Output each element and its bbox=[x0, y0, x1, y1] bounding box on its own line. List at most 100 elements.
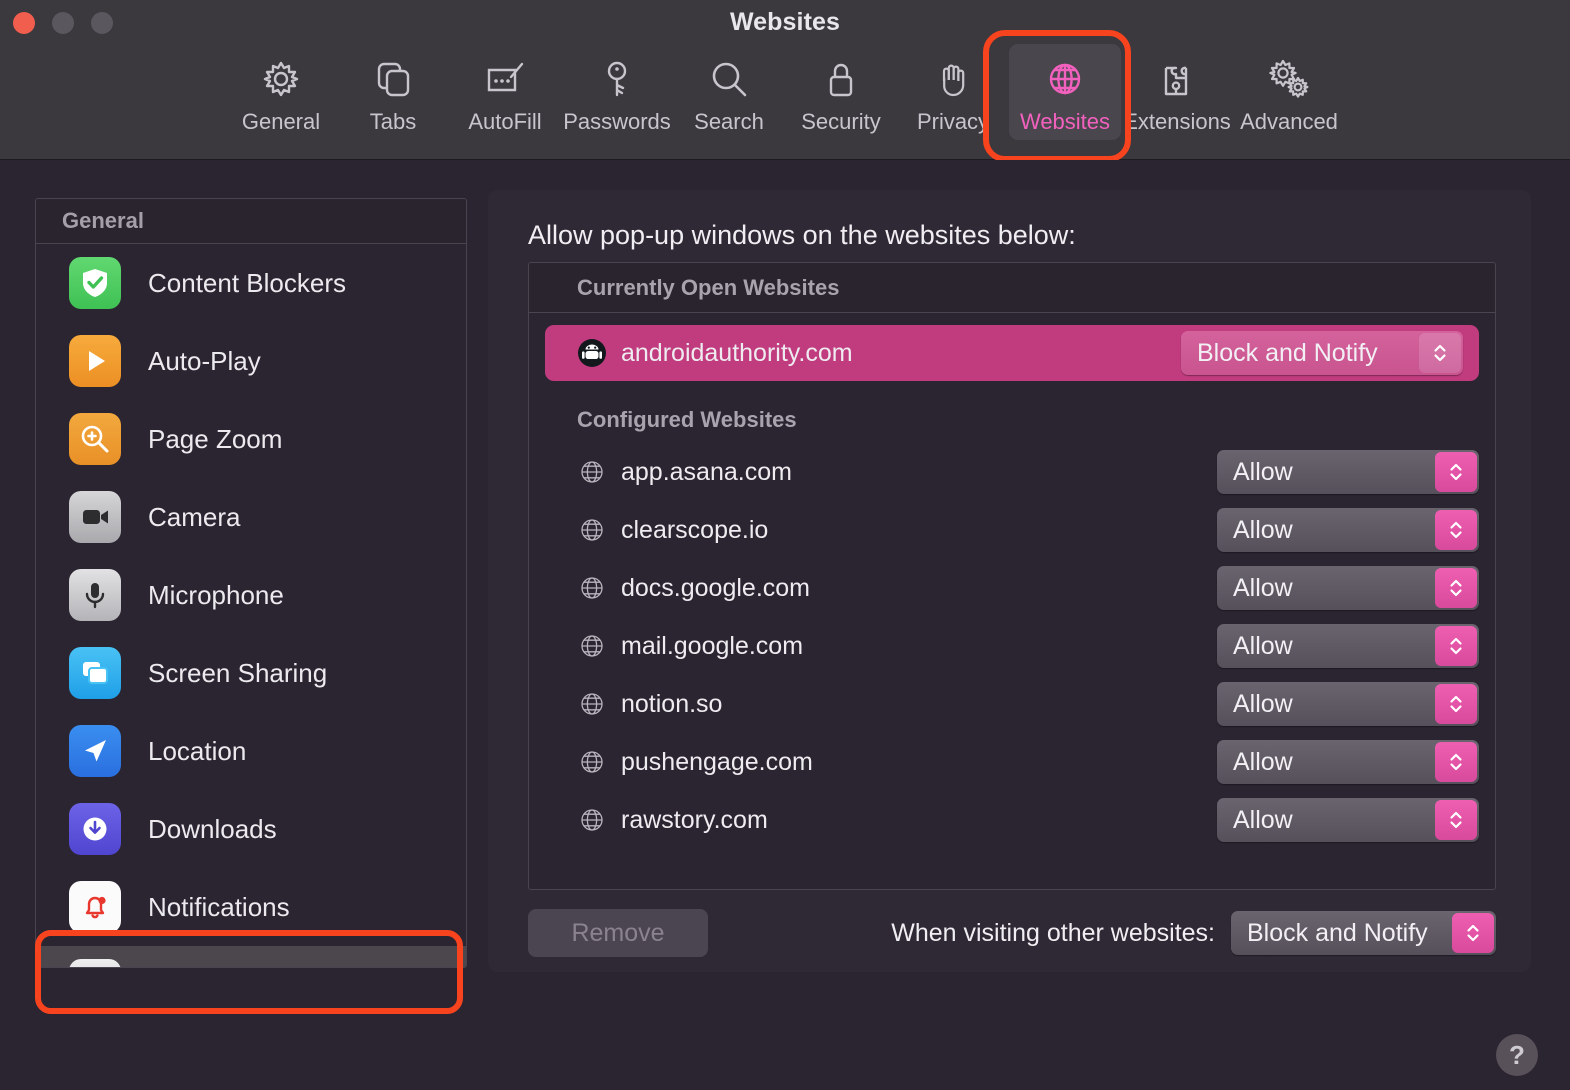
toolbar-item-label: Advanced bbox=[1240, 109, 1338, 135]
popup-setting-value: Block and Notify bbox=[1181, 331, 1419, 375]
chevron-updown-icon bbox=[1435, 510, 1477, 550]
toolbar-item-label: AutoFill bbox=[468, 109, 541, 135]
sidebar-list: Content Blockers Auto-Play Page Zoom bbox=[36, 244, 466, 968]
chevron-updown-icon bbox=[1435, 742, 1477, 782]
popup-setting-value: Allow bbox=[1217, 450, 1435, 494]
sidebar-item-content-blockers[interactable]: Content Blockers bbox=[36, 244, 466, 322]
camera-icon bbox=[69, 491, 121, 543]
sidebar-item-notifications[interactable]: Notifications bbox=[36, 868, 466, 946]
currently-open-websites-rows: androidauthority.com Block and Notify bbox=[529, 313, 1495, 381]
magnifier-plus-icon bbox=[69, 413, 121, 465]
popup-setting-value: Allow bbox=[1217, 624, 1435, 668]
toolbar-item-label: Passwords bbox=[563, 109, 671, 135]
sidebar-item-page-zoom[interactable]: Page Zoom bbox=[36, 400, 466, 478]
popup-setting-select[interactable]: Allow bbox=[1217, 450, 1479, 494]
sidebar-item-microphone[interactable]: Microphone bbox=[36, 556, 466, 634]
popup-setting-select[interactable]: Allow bbox=[1217, 682, 1479, 726]
currently-open-websites-header: Currently Open Websites bbox=[529, 263, 1495, 313]
main-panel: Allow pop-up windows on the websites bel… bbox=[488, 190, 1531, 972]
chevron-updown-icon bbox=[1435, 800, 1477, 840]
toolbar-item-label: Extensions bbox=[1123, 109, 1231, 135]
settings-sidebar: General Content Blockers Auto-Play bbox=[35, 198, 467, 968]
remove-button[interactable]: Remove bbox=[528, 909, 708, 957]
toolbar-item-label: Tabs bbox=[370, 109, 416, 135]
microphone-icon bbox=[69, 569, 121, 621]
toolbar-item-tabs[interactable]: Tabs bbox=[337, 44, 449, 140]
default-popup-setting-value: Block and Notify bbox=[1231, 911, 1452, 955]
popup-setting-value: Allow bbox=[1217, 508, 1435, 552]
chevron-updown-icon bbox=[1435, 684, 1477, 724]
sidebar-item-camera[interactable]: Camera bbox=[36, 478, 466, 556]
sidebar-item-label: Microphone bbox=[148, 580, 284, 611]
websites-list[interactable]: Currently Open Websites bbox=[528, 262, 1496, 890]
shield-check-icon bbox=[69, 257, 121, 309]
chevron-updown-icon bbox=[1452, 913, 1494, 953]
popup-setting-select[interactable]: Allow bbox=[1217, 624, 1479, 668]
title-bar: Websites General Tabs bbox=[0, 0, 1570, 160]
hand-icon bbox=[931, 54, 975, 104]
globe-icon bbox=[1042, 54, 1088, 104]
popup-setting-select[interactable]: Allow bbox=[1217, 566, 1479, 610]
page-title: Allow pop-up windows on the websites bel… bbox=[528, 220, 1076, 251]
globe-icon bbox=[577, 573, 607, 603]
sidebar-item-label: Location bbox=[148, 736, 246, 767]
website-domain: clearscope.io bbox=[621, 516, 768, 545]
website-domain: app.asana.com bbox=[621, 458, 792, 487]
sidebar-item-screen-sharing[interactable]: Screen Sharing bbox=[36, 634, 466, 712]
toolbar-item-label: Security bbox=[801, 109, 880, 135]
download-icon bbox=[69, 803, 121, 855]
popup-setting-select[interactable]: Block and Notify bbox=[1181, 331, 1463, 375]
bell-icon bbox=[69, 881, 121, 933]
toolbar-item-search[interactable]: Search bbox=[673, 44, 785, 140]
website-domain: docs.google.com bbox=[621, 574, 810, 603]
website-domain: mail.google.com bbox=[621, 632, 803, 661]
screen-share-icon bbox=[69, 647, 121, 699]
sidebar-item-location[interactable]: Location bbox=[36, 712, 466, 790]
website-domain: pushengage.com bbox=[621, 748, 813, 777]
sidebar-item-auto-play[interactable]: Auto-Play bbox=[36, 322, 466, 400]
table-row[interactable]: mail.google.com Allow bbox=[529, 617, 1495, 675]
table-row[interactable]: app.asana.com Allow bbox=[529, 443, 1495, 501]
toolbar-item-autofill[interactable]: AutoFill bbox=[449, 44, 561, 140]
toolbar-item-advanced[interactable]: Advanced bbox=[1233, 44, 1345, 140]
key-icon bbox=[595, 54, 639, 104]
table-row[interactable]: rawstory.com Allow bbox=[529, 791, 1495, 849]
toolbar-item-label: Websites bbox=[1020, 109, 1110, 135]
lock-icon bbox=[819, 54, 863, 104]
popup-setting-select[interactable]: Allow bbox=[1217, 798, 1479, 842]
toolbar-item-extensions[interactable]: Extensions bbox=[1121, 44, 1233, 140]
search-icon bbox=[707, 54, 751, 104]
website-domain: rawstory.com bbox=[621, 806, 768, 835]
default-popup-setting-select[interactable]: Block and Notify bbox=[1231, 911, 1496, 955]
chevron-updown-icon bbox=[1435, 568, 1477, 608]
help-button[interactable]: ? bbox=[1496, 1034, 1538, 1076]
toolbar-item-passwords[interactable]: Passwords bbox=[561, 44, 673, 140]
popup-setting-select[interactable]: Allow bbox=[1217, 508, 1479, 552]
website-domain: notion.so bbox=[621, 690, 722, 719]
globe-icon bbox=[577, 515, 607, 545]
table-row[interactable]: clearscope.io Allow bbox=[529, 501, 1495, 559]
toolbar-item-security[interactable]: Security bbox=[785, 44, 897, 140]
globe-icon bbox=[577, 631, 607, 661]
toolbar-item-general[interactable]: General bbox=[225, 44, 337, 140]
toolbar-item-privacy[interactable]: Privacy bbox=[897, 44, 1009, 140]
table-row[interactable]: docs.google.com Allow bbox=[529, 559, 1495, 617]
table-row[interactable]: notion.so Allow bbox=[529, 675, 1495, 733]
bottom-bar: Remove When visiting other websites: Blo… bbox=[528, 908, 1496, 958]
table-row[interactable]: pushengage.com Allow bbox=[529, 733, 1495, 791]
sidebar-item-pop-up-windows[interactable]: Pop-up Windows bbox=[36, 946, 466, 968]
chevron-updown-icon bbox=[1435, 626, 1477, 666]
table-row[interactable]: androidauthority.com Block and Notify bbox=[545, 325, 1479, 381]
toolbar-item-label: Search bbox=[694, 109, 764, 135]
gear-icon bbox=[259, 54, 303, 104]
popup-setting-select[interactable]: Allow bbox=[1217, 740, 1479, 784]
chevron-updown-icon bbox=[1435, 452, 1477, 492]
toolbar-item-websites[interactable]: Websites bbox=[1009, 44, 1121, 140]
toolbar-item-label: General bbox=[242, 109, 320, 135]
sidebar-header: General bbox=[36, 199, 466, 244]
popup-setting-value: Allow bbox=[1217, 566, 1435, 610]
sidebar-item-downloads[interactable]: Downloads bbox=[36, 790, 466, 868]
location-arrow-icon bbox=[69, 725, 121, 777]
configured-websites-rows: app.asana.com Allow clea bbox=[529, 443, 1495, 849]
when-visiting-label: When visiting other websites: bbox=[891, 919, 1215, 948]
